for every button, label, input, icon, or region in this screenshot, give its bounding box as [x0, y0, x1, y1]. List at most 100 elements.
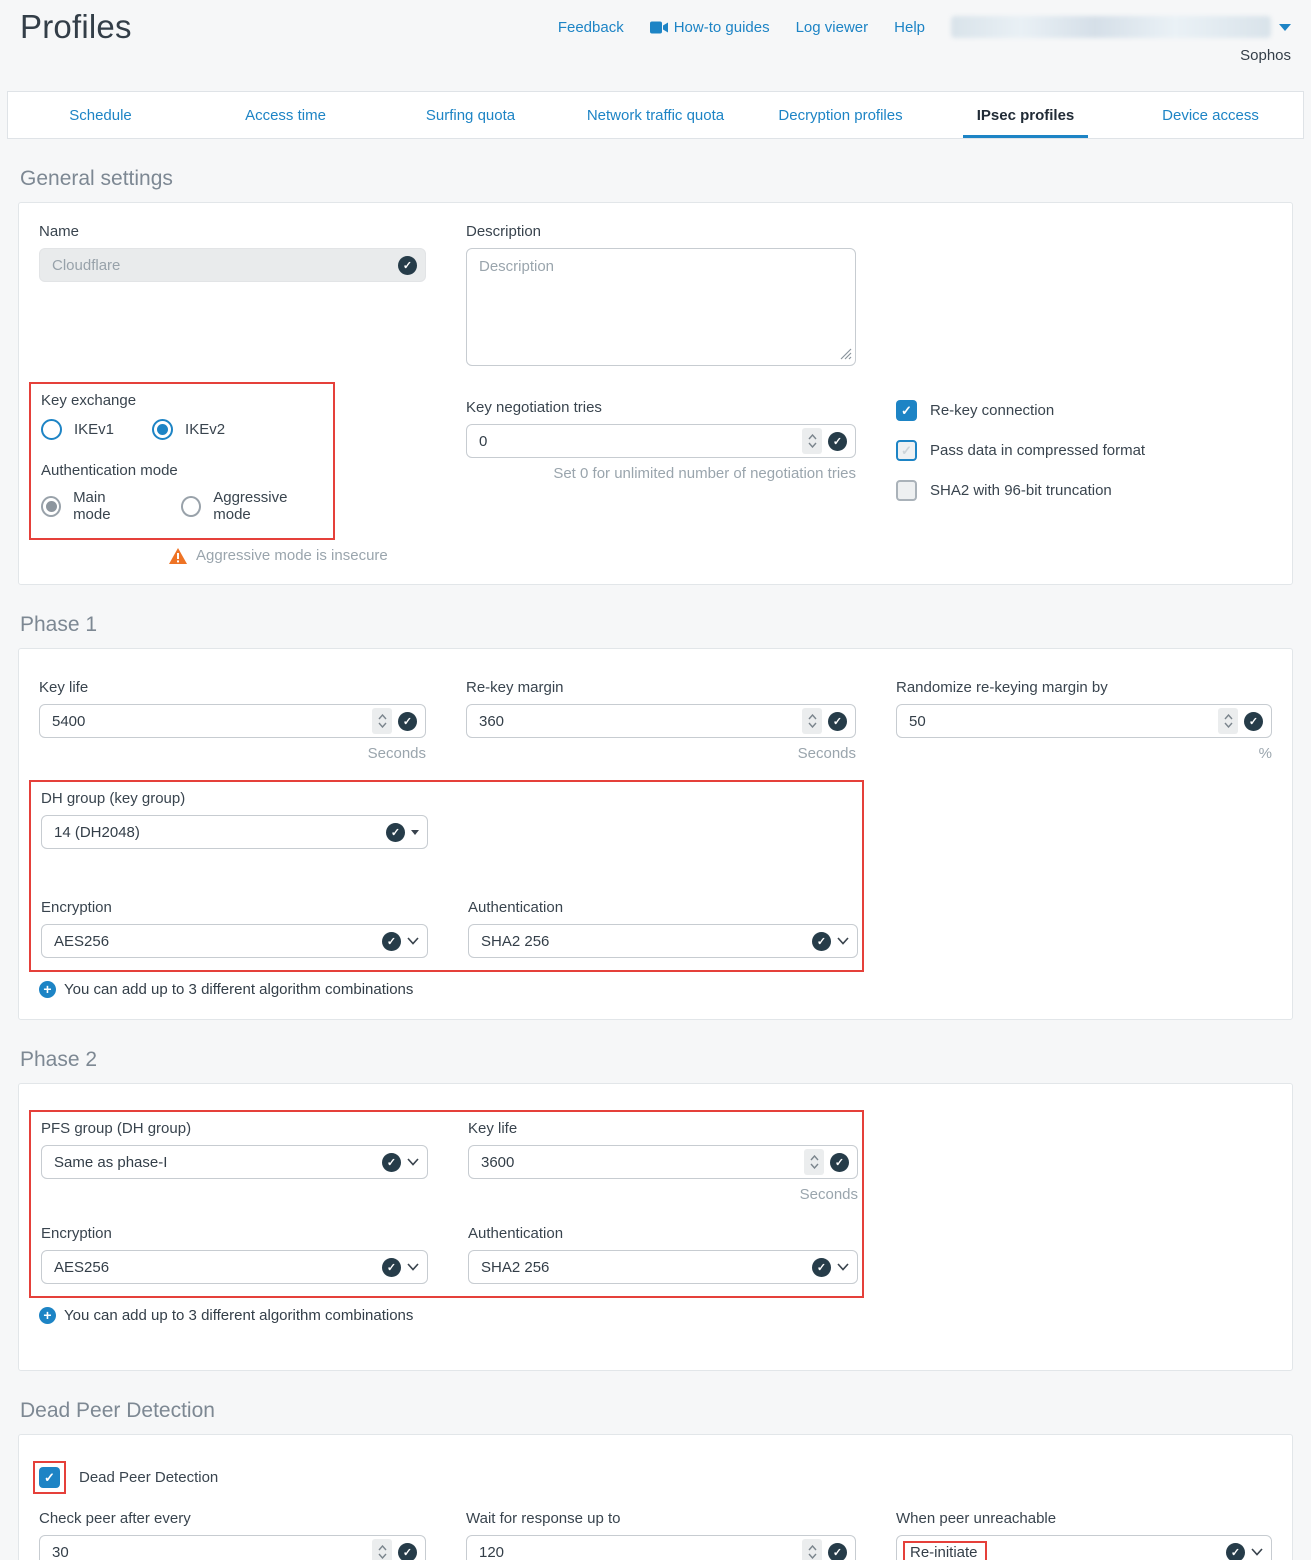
checkbox-unchecked-icon [896, 440, 917, 461]
p1-randomize-field[interactable] [896, 704, 1272, 738]
number-spinner[interactable] [804, 1149, 824, 1175]
p2-authentication-select[interactable]: SHA2 256 [468, 1250, 858, 1284]
p2-pfs-group-select[interactable]: Same as phase-I [41, 1145, 428, 1179]
phase2-card: PFS group (DH group) Same as phase-I Key… [18, 1083, 1293, 1371]
p1-authentication-select[interactable]: SHA2 256 [468, 924, 858, 958]
number-spinner[interactable] [802, 1539, 822, 1560]
chevron-down-icon [407, 937, 419, 945]
phase1-heading: Phase 1 [20, 613, 1291, 637]
p2-key-life-input[interactable] [481, 1154, 798, 1171]
p1-add-combination-note[interactable]: You can add up to 3 different algorithm … [39, 981, 1272, 998]
name-field [39, 248, 426, 282]
p1-dh-group-label: DH group (key group) [41, 790, 428, 807]
p2-add-combination-note[interactable]: You can add up to 3 different algorithm … [39, 1307, 1272, 1324]
p1-randomize-input[interactable] [909, 713, 1212, 730]
valid-check-icon [1244, 712, 1263, 731]
dpd-card: Dead Peer Detection Check peer after eve… [18, 1434, 1293, 1560]
aggressive-mode-warning: Aggressive mode is insecure [196, 547, 388, 564]
p2-encryption-select[interactable]: AES256 [41, 1250, 428, 1284]
valid-check-icon [382, 1153, 401, 1172]
p1-randomize-unit: % [896, 745, 1272, 762]
chevron-down-icon [1251, 1548, 1263, 1556]
feedback-link[interactable]: Feedback [558, 19, 624, 36]
chevron-down-icon [407, 1263, 419, 1271]
description-textarea[interactable] [466, 248, 856, 366]
p1-authentication-label: Authentication [468, 899, 858, 916]
radio-selected-disabled-icon [41, 496, 61, 517]
p1-key-life-unit: Seconds [39, 745, 426, 762]
key-negotiation-input[interactable] [479, 433, 796, 450]
radio-selected-icon [152, 419, 173, 440]
tab-network-traffic-quota[interactable]: Network traffic quota [563, 92, 748, 138]
key-negotiation-label: Key negotiation tries [466, 399, 856, 416]
dpd-heading: Dead Peer Detection [20, 1399, 1291, 1423]
number-spinner[interactable] [372, 708, 392, 734]
dpd-check-peer-field[interactable] [39, 1535, 426, 1560]
p1-key-life-field[interactable] [39, 704, 426, 738]
p2-key-life-label: Key life [468, 1120, 858, 1137]
valid-check-icon [828, 432, 847, 451]
highlight-box-phase1-algorithms: DH group (key group) 14 (DH2048) Encrypt… [29, 780, 864, 972]
dpd-wait-field[interactable] [466, 1535, 856, 1560]
dpd-unreachable-label: When peer unreachable [896, 1510, 1272, 1527]
valid-check-icon [812, 932, 831, 951]
valid-check-icon [812, 1258, 831, 1277]
highlight-box-phase2-algorithms: PFS group (DH group) Same as phase-I Key… [29, 1110, 864, 1298]
number-spinner[interactable] [802, 428, 822, 454]
tab-device-access[interactable]: Device access [1118, 92, 1303, 138]
dpd-check-peer-label: Check peer after every [39, 1510, 426, 1527]
p2-pfs-group-label: PFS group (DH group) [41, 1120, 428, 1137]
tab-ipsec-profiles[interactable]: IPsec profiles [933, 92, 1118, 138]
number-spinner[interactable] [1218, 708, 1238, 734]
tab-surfing-quota[interactable]: Surfing quota [378, 92, 563, 138]
general-settings-heading: General settings [20, 167, 1291, 191]
p2-authentication-label: Authentication [468, 1225, 858, 1242]
checkbox-sha2-truncation[interactable]: SHA2 with 96-bit truncation [896, 480, 1272, 501]
p1-randomize-label: Randomize re-keying margin by [896, 679, 1272, 696]
howto-guides-link[interactable]: How-to guides [650, 19, 770, 36]
number-spinner[interactable] [802, 708, 822, 734]
highlight-box-reinitiate: Re-initiate [903, 1541, 987, 1560]
p2-key-life-field[interactable] [468, 1145, 858, 1179]
dpd-unreachable-select[interactable]: Re-initiate [896, 1535, 1272, 1560]
log-viewer-link[interactable]: Log viewer [796, 19, 869, 36]
key-negotiation-field[interactable] [466, 424, 856, 458]
p1-encryption-select[interactable]: AES256 [41, 924, 428, 958]
dpd-wait-input[interactable] [479, 1544, 796, 1560]
page-title: Profiles [20, 8, 132, 46]
radio-main-mode[interactable]: Main mode [41, 489, 143, 523]
p1-rekey-margin-unit: Seconds [466, 745, 856, 762]
key-exchange-label: Key exchange [41, 392, 323, 409]
radio-ikev1[interactable]: IKEv1 [41, 419, 114, 440]
p1-rekey-margin-field[interactable] [466, 704, 856, 738]
warning-triangle-icon [169, 548, 187, 564]
tab-access-time[interactable]: Access time [193, 92, 378, 138]
valid-check-icon [1226, 1543, 1245, 1560]
p1-key-life-input[interactable] [52, 713, 366, 730]
chevron-down-icon [837, 937, 849, 945]
valid-check-icon [382, 932, 401, 951]
checkbox-rekey-connection[interactable]: Re-key connection [896, 400, 1272, 421]
tab-schedule[interactable]: Schedule [8, 92, 193, 138]
p1-rekey-margin-input[interactable] [479, 713, 796, 730]
general-settings-card: Name Key exchange IKEv1 IKEv2 Au [18, 202, 1293, 585]
page-header: Profiles Feedback How-to guides Log view… [0, 0, 1311, 64]
help-link[interactable]: Help [894, 19, 925, 36]
number-spinner[interactable] [372, 1539, 392, 1560]
dpd-check-peer-input[interactable] [52, 1544, 366, 1560]
p1-dh-group-select[interactable]: 14 (DH2048) [41, 815, 428, 849]
radio-aggressive-mode[interactable]: Aggressive mode [181, 489, 323, 523]
checkbox-pass-compressed[interactable]: Pass data in compressed format [896, 440, 1272, 461]
key-negotiation-help: Set 0 for unlimited number of negotiatio… [466, 465, 856, 482]
name-label: Name [39, 223, 426, 240]
account-dropdown[interactable] [951, 16, 1291, 38]
chevron-down-icon [837, 1263, 849, 1271]
radio-ikev2[interactable]: IKEv2 [152, 419, 225, 440]
checkbox-dead-peer-detection[interactable]: Dead Peer Detection [39, 1461, 1272, 1494]
valid-check-icon [386, 823, 405, 842]
valid-check-icon [398, 256, 417, 275]
p2-key-life-unit: Seconds [468, 1186, 858, 1203]
phase1-card: Key life Seconds Re-key margin [18, 648, 1293, 1020]
phase2-heading: Phase 2 [20, 1048, 1291, 1072]
tab-decryption-profiles[interactable]: Decryption profiles [748, 92, 933, 138]
